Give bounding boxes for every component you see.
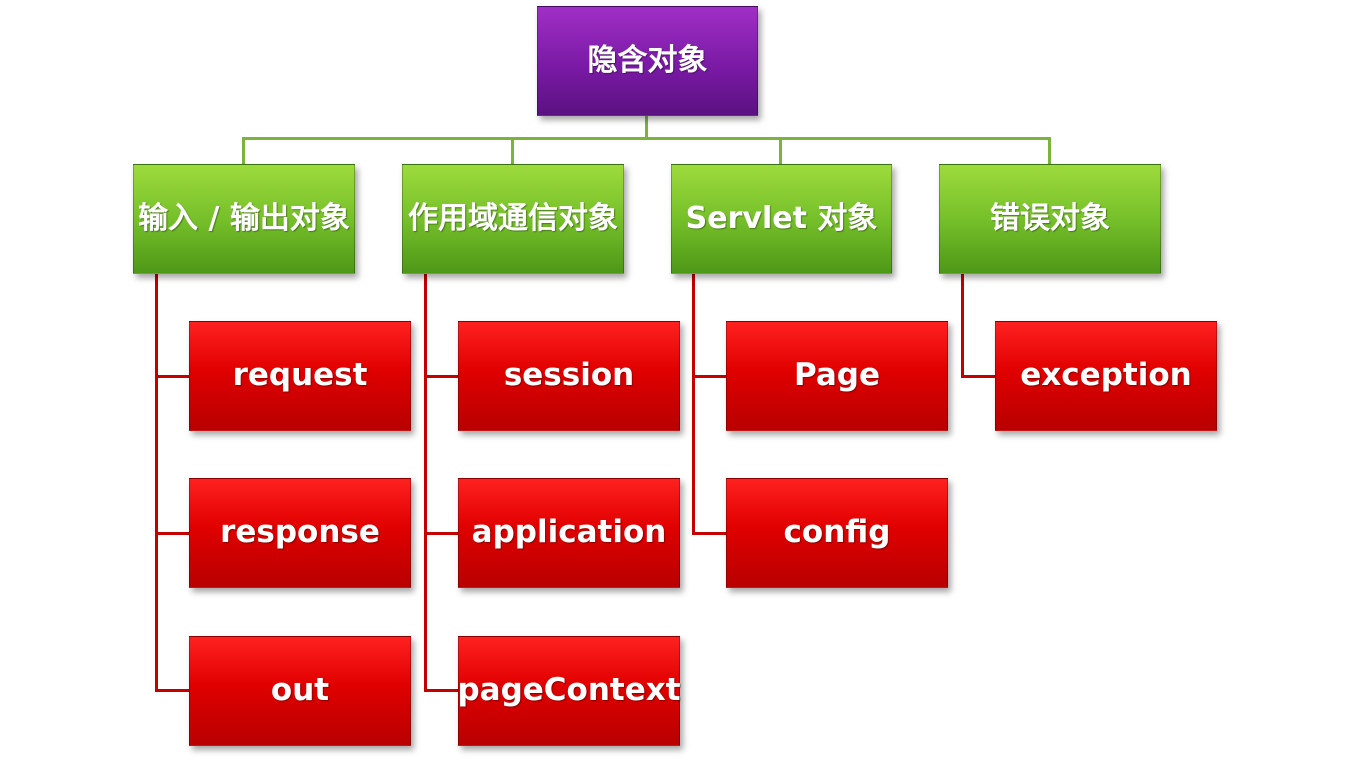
- leaf-node-config: config: [726, 478, 948, 588]
- leaf-connector: [424, 375, 458, 378]
- category-3-spine-connector: [692, 273, 695, 535]
- root-node: 隐含对象: [537, 6, 758, 116]
- leaf-node-pagecontext: pageContext: [457, 636, 681, 746]
- category-2-spine-connector: [424, 273, 427, 692]
- category-1-connector: [242, 137, 245, 164]
- category-1-spine-connector: [155, 273, 158, 692]
- leaf-connector: [692, 375, 726, 378]
- leaf-connector: [692, 532, 726, 535]
- leaf-connector: [155, 689, 189, 692]
- root-stem-connector: [645, 116, 648, 139]
- category-node-error: 错误对象: [939, 164, 1161, 274]
- category-3-connector: [779, 137, 782, 164]
- category-2-connector: [511, 137, 514, 164]
- category-node-servlet: Servlet 对象: [671, 164, 892, 274]
- category-node-io: 输入 / 输出对象: [133, 164, 355, 274]
- category-4-connector: [1048, 137, 1051, 164]
- leaf-connector: [424, 689, 458, 692]
- leaf-connector: [155, 375, 189, 378]
- org-chart: 隐含对象 输入 / 输出对象 作用域通信对象 Servlet 对象 错误对象 r…: [0, 0, 1350, 760]
- leaf-connector: [424, 532, 458, 535]
- leaf-node-session: session: [458, 321, 680, 431]
- leaf-node-response: response: [189, 478, 411, 588]
- leaf-connector: [155, 532, 189, 535]
- leaf-node-exception: exception: [995, 321, 1217, 431]
- category-node-scope: 作用域通信对象: [402, 164, 624, 274]
- category-bus-connector: [242, 137, 1051, 140]
- leaf-connector: [961, 375, 995, 378]
- leaf-node-out: out: [189, 636, 411, 746]
- category-4-spine-connector: [961, 273, 964, 378]
- leaf-node-request: request: [189, 321, 411, 431]
- leaf-node-application: application: [458, 478, 680, 588]
- leaf-node-page: Page: [726, 321, 948, 431]
